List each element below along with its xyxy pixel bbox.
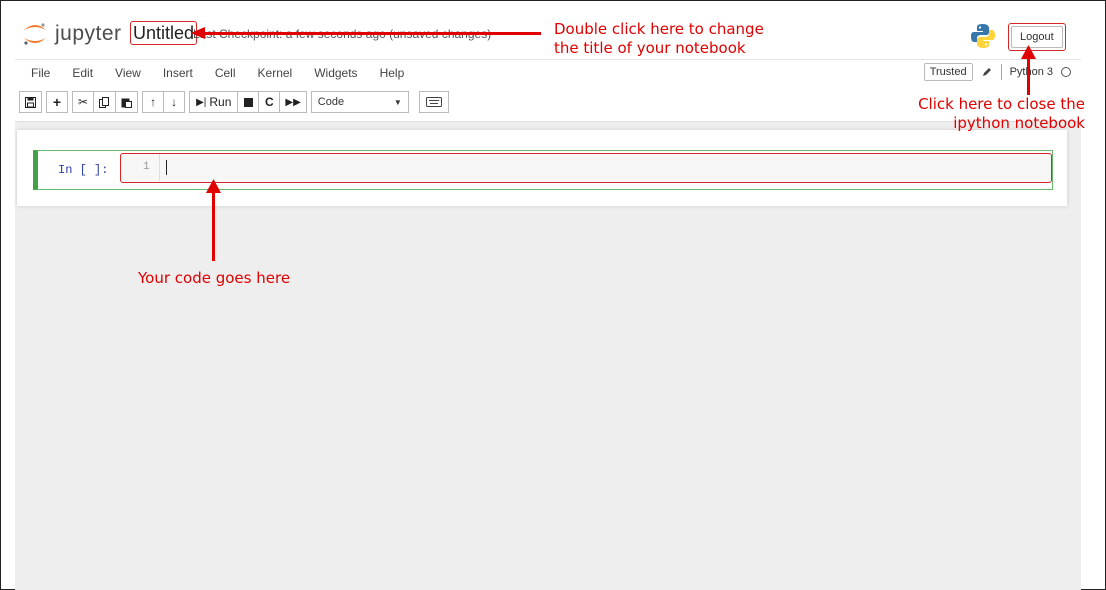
menubar: File Edit View Insert Cell Kernel Widget… xyxy=(15,59,1081,85)
menu-file[interactable]: File xyxy=(31,66,50,80)
arrow-up-icon: ↑ xyxy=(150,95,157,109)
logout-annotation-line2: ipython notebook xyxy=(953,114,1085,132)
move-up-button[interactable]: ↑ xyxy=(142,91,165,113)
kernel-separator xyxy=(1000,64,1002,80)
restart-run-all-button[interactable]: ▶▶ xyxy=(279,91,307,113)
menu-edit[interactable]: Edit xyxy=(72,66,93,80)
logout-annotation: Click here to close the ipython notebook xyxy=(907,95,1085,133)
title-annotation-line1: Double click here to change xyxy=(554,20,764,38)
save-button[interactable] xyxy=(19,91,42,113)
cell-type-value: Code xyxy=(317,96,345,108)
menu-view[interactable]: View xyxy=(115,66,141,80)
scissors-icon: ✂ xyxy=(78,95,89,109)
paste-button[interactable] xyxy=(115,91,139,113)
screenshot-frame: jupyter Untitled Last Checkpoint: a few … xyxy=(0,0,1106,590)
kernel-name: Python 3 xyxy=(1009,66,1053,78)
code-arrow-line xyxy=(212,189,215,261)
code-arrowhead-icon xyxy=(206,179,221,193)
run-label: Run xyxy=(209,95,232,109)
code-editor[interactable]: 1 xyxy=(120,153,1052,183)
logout-button[interactable]: Logout xyxy=(1011,26,1063,48)
jupyter-logo[interactable]: jupyter xyxy=(21,21,122,47)
input-prompt: In [ ]: xyxy=(58,163,109,177)
logout-annotation-line1: Click here to close the xyxy=(918,95,1085,113)
menu-cell[interactable]: Cell xyxy=(215,66,236,80)
line-number: 1 xyxy=(143,161,150,173)
menu-kernel[interactable]: Kernel xyxy=(258,66,293,80)
menu-help[interactable]: Help xyxy=(380,66,405,80)
cell-type-select[interactable]: Code ▼ xyxy=(310,91,409,113)
jupyter-logo-icon xyxy=(24,23,46,45)
notebook-header: jupyter Untitled Last Checkpoint: a few … xyxy=(15,15,1081,57)
notebook-title[interactable]: Untitled xyxy=(130,21,198,45)
restart-button[interactable]: C xyxy=(258,91,281,113)
copy-button[interactable] xyxy=(93,91,117,113)
title-annotation-line2: the title of your notebook xyxy=(554,39,746,57)
pencil-icon[interactable] xyxy=(981,66,993,78)
stop-icon xyxy=(243,97,253,107)
paste-icon xyxy=(121,98,133,108)
insert-cell-button[interactable]: + xyxy=(46,91,68,113)
kernel-indicator-area: Trusted Python 3 xyxy=(923,63,1071,81)
fast-forward-icon: ▶▶ xyxy=(285,96,301,108)
command-palette-button[interactable] xyxy=(418,91,449,113)
cut-button[interactable]: ✂ xyxy=(72,91,95,113)
title-arrowhead-icon xyxy=(191,27,205,39)
notebook-page: In [ ]: 1 xyxy=(17,130,1067,206)
move-down-button[interactable]: ↓ xyxy=(163,91,186,113)
logout-highlight: Logout xyxy=(1008,23,1066,51)
kernel-status-icon xyxy=(1061,67,1071,77)
text-cursor xyxy=(166,160,167,175)
menu-widgets[interactable]: Widgets xyxy=(314,66,357,80)
title-arrow-line xyxy=(199,32,541,35)
title-annotation: Double click here to change the title of… xyxy=(554,20,764,58)
logout-arrowhead-icon xyxy=(1021,45,1036,59)
step-forward-icon: ▶| xyxy=(196,96,207,108)
menu-insert[interactable]: Insert xyxy=(163,66,193,80)
keyboard-icon xyxy=(425,97,442,107)
code-annotation: Your code goes here xyxy=(138,269,291,287)
run-button[interactable]: ▶| Run xyxy=(189,91,239,113)
code-cell[interactable]: In [ ]: 1 xyxy=(33,150,1053,190)
logout-arrow-line xyxy=(1027,53,1030,95)
notebook-container: In [ ]: 1 xyxy=(15,121,1081,590)
caret-down-icon: ▼ xyxy=(393,97,402,107)
copy-icon xyxy=(99,96,110,108)
plus-icon: + xyxy=(52,94,62,110)
interrupt-button[interactable] xyxy=(237,91,260,113)
line-gutter xyxy=(159,154,160,181)
python-logo-icon xyxy=(971,24,995,48)
restart-icon: C xyxy=(265,95,274,109)
brand-name: jupyter xyxy=(55,22,122,45)
arrow-down-icon: ↓ xyxy=(171,95,178,109)
save-icon xyxy=(25,96,36,108)
trusted-badge[interactable]: Trusted xyxy=(923,63,973,81)
